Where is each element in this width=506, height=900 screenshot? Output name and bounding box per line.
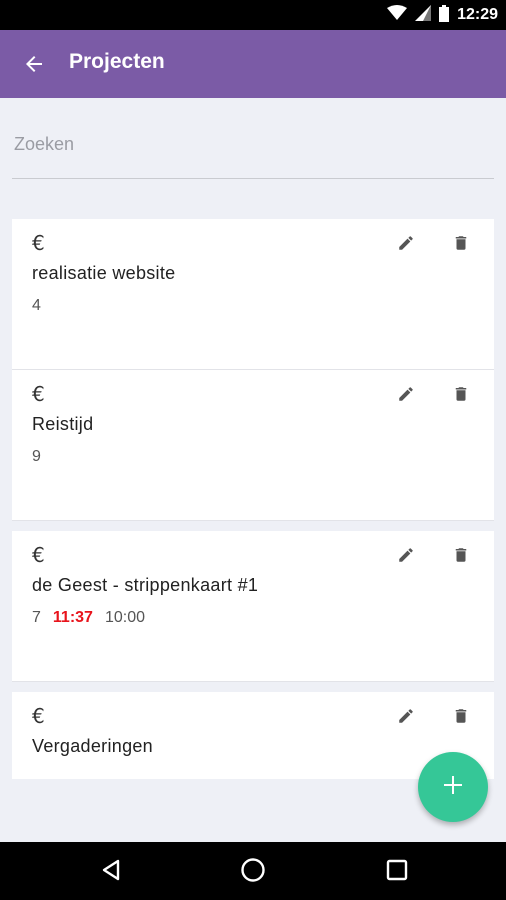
pencil-icon (397, 385, 415, 407)
delete-button[interactable] (449, 545, 473, 569)
currency-symbol: € (32, 704, 45, 728)
edit-button[interactable] (394, 545, 418, 569)
currency-symbol: € (32, 382, 45, 406)
trash-icon (452, 546, 470, 568)
app-bar: Projecten (0, 30, 506, 98)
project-count: 4 (32, 297, 41, 314)
project-list: € realisatie website 4 € Reistijd 9 € de… (12, 219, 494, 779)
trash-icon (452, 707, 470, 729)
pencil-icon (397, 546, 415, 568)
navigation-bar (0, 842, 506, 900)
search-input[interactable] (12, 118, 494, 170)
wifi-icon (387, 5, 408, 25)
battery-icon (439, 4, 450, 26)
project-card[interactable]: € Vergaderingen (12, 692, 494, 779)
back-button[interactable] (18, 50, 50, 82)
time-used: 11:37 (52, 609, 93, 626)
project-meta: 7 11:37 10:00 (32, 609, 145, 627)
currency-symbol: € (32, 543, 45, 567)
delete-button[interactable] (449, 706, 473, 730)
edit-button[interactable] (394, 233, 418, 257)
nav-home-button[interactable] (238, 857, 268, 887)
project-name: realisatie website (32, 263, 176, 283)
project-meta: 9 (32, 448, 41, 466)
page-title: Projecten (69, 50, 165, 73)
status-time: 12:29 (457, 6, 498, 23)
arrow-back-icon (22, 52, 46, 80)
nav-recents-button[interactable] (382, 857, 412, 887)
currency-symbol: € (32, 231, 45, 255)
project-name: Reistijd (32, 414, 94, 434)
cell-signal-icon (415, 5, 432, 25)
project-count: 7 (32, 609, 41, 626)
triangle-back-icon (99, 858, 123, 886)
trash-icon (452, 234, 470, 256)
project-count: 9 (32, 448, 41, 465)
project-card[interactable]: € Reistijd 9 (12, 370, 494, 521)
search-field-container (12, 118, 494, 179)
project-meta: 4 (32, 297, 41, 315)
status-bar: 12:29 (0, 0, 506, 30)
trash-icon (452, 385, 470, 407)
edit-button[interactable] (394, 706, 418, 730)
delete-button[interactable] (449, 384, 473, 408)
circle-home-icon (240, 857, 266, 887)
plus-icon (442, 774, 464, 800)
nav-back-button[interactable] (96, 857, 126, 887)
project-card[interactable]: € realisatie website 4 (12, 219, 494, 370)
time-total: 10:00 (104, 609, 145, 626)
pencil-icon (397, 234, 415, 256)
project-name: Vergaderingen (32, 736, 153, 756)
add-project-button[interactable] (418, 752, 488, 822)
pencil-icon (397, 707, 415, 729)
square-recents-icon (386, 859, 408, 885)
delete-button[interactable] (449, 233, 473, 257)
edit-button[interactable] (394, 384, 418, 408)
project-name: de Geest - strippenkaart #1 (32, 575, 259, 595)
project-card[interactable]: € de Geest - strippenkaart #1 7 11:37 10… (12, 531, 494, 682)
status-icons: 12:29 (387, 4, 498, 26)
